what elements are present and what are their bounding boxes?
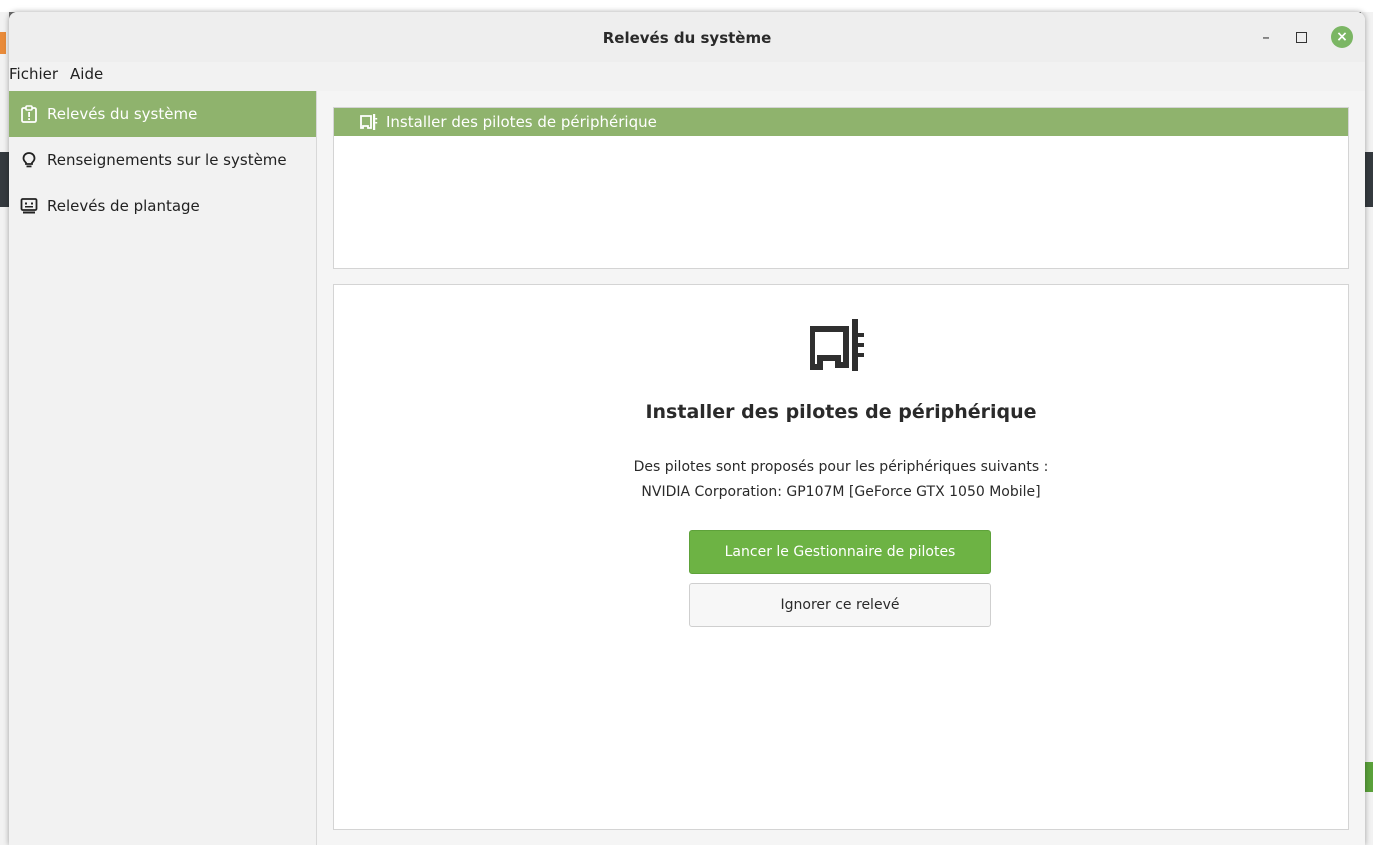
list-item[interactable]: Installer des pilotes de périphérique xyxy=(334,108,1348,136)
ignore-report-button[interactable]: Ignorer ce relevé xyxy=(689,583,991,627)
close-button[interactable]: × xyxy=(1331,26,1353,48)
launch-driver-manager-button[interactable]: Lancer le Gestionnaire de pilotes xyxy=(689,530,991,574)
close-icon: × xyxy=(1336,29,1348,45)
desktop-background-left xyxy=(0,12,9,845)
report-detail: Installer des pilotes de périphérique De… xyxy=(333,284,1349,830)
sidebar-item-label: Relevés de plantage xyxy=(47,197,200,215)
sidebar-item-label: Relevés du système xyxy=(47,105,198,123)
sidebar-item-system-reports[interactable]: Relevés du système xyxy=(9,91,316,137)
report-description-line: NVIDIA Corporation: GP107M [GeForce GTX … xyxy=(641,484,1041,500)
monitor-icon xyxy=(19,196,39,216)
main-content: Installer des pilotes de périphérique In… xyxy=(317,91,1365,845)
minimize-button[interactable]: – xyxy=(1260,30,1272,45)
desktop-background-accent xyxy=(0,32,6,54)
list-item-label: Installer des pilotes de périphérique xyxy=(386,113,657,131)
maximize-button[interactable] xyxy=(1296,31,1307,43)
expansion-card-icon xyxy=(360,114,380,130)
sidebar-item-system-info[interactable]: Renseignements sur le système xyxy=(9,137,316,183)
sidebar: Relevés du système Renseignements sur le… xyxy=(9,91,317,845)
report-icon xyxy=(19,104,39,124)
app-window: Relevés du système – × Fichier Aide Rele… xyxy=(9,12,1365,845)
window-title: Relevés du système xyxy=(602,29,772,47)
desktop-background-band xyxy=(0,152,9,207)
report-description-line: Des pilotes sont proposés pour les périp… xyxy=(633,459,1049,475)
window-controls: – × xyxy=(1260,26,1353,48)
desktop-background-top xyxy=(0,0,1373,12)
menu-bar: Fichier Aide xyxy=(9,62,103,88)
menu-file[interactable]: Fichier xyxy=(9,62,58,88)
report-title: Installer des pilotes de périphérique xyxy=(645,401,1037,423)
sidebar-item-label: Renseignements sur le système xyxy=(47,151,287,169)
sidebar-item-crash-reports[interactable]: Relevés de plantage xyxy=(9,183,316,229)
title-bar[interactable]: Relevés du système – × xyxy=(9,12,1365,62)
reports-list: Installer des pilotes de périphérique xyxy=(333,107,1349,269)
menu-help[interactable]: Aide xyxy=(70,62,103,88)
expansion-card-icon xyxy=(809,315,874,381)
report-description: Des pilotes sont proposés pour les périp… xyxy=(334,455,1348,505)
lightbulb-icon xyxy=(19,150,39,170)
